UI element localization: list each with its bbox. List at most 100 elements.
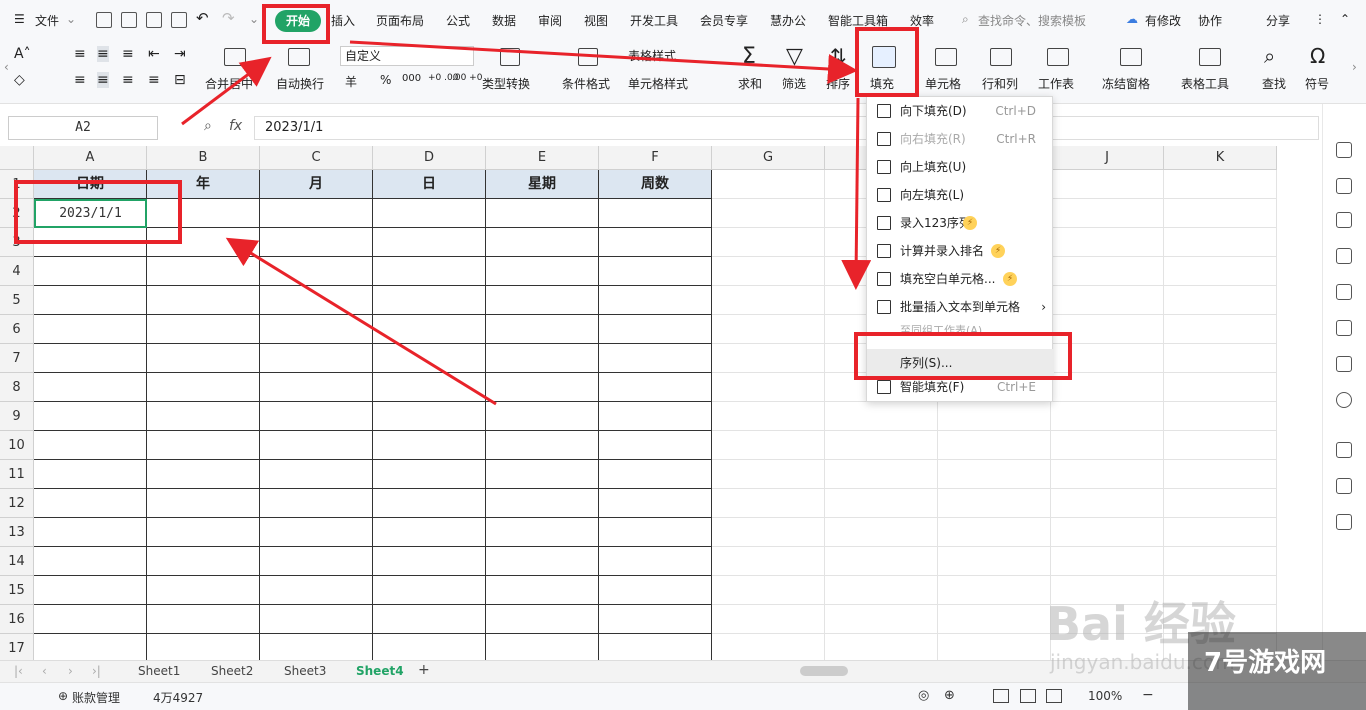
col-header-b[interactable]: B — [147, 146, 260, 170]
cell-c12[interactable] — [260, 489, 373, 518]
cell-i13[interactable] — [938, 518, 1051, 547]
cell-g5[interactable] — [712, 286, 825, 315]
cell-e17[interactable] — [486, 634, 599, 660]
cell-d11[interactable] — [373, 460, 486, 489]
cell-b3[interactable] — [147, 228, 260, 257]
cell-d5[interactable] — [373, 286, 486, 315]
fill-menu-item-10[interactable]: 智能填充(F) Ctrl+E — [867, 373, 1054, 401]
cell-d12[interactable] — [373, 489, 486, 518]
has-changes-label[interactable]: 有修改 — [1145, 12, 1181, 29]
cell-b14[interactable] — [147, 547, 260, 576]
cell-b6[interactable] — [147, 315, 260, 344]
first-sheet-icon[interactable]: |‹ — [14, 664, 23, 678]
cell-d9[interactable] — [373, 402, 486, 431]
font-size-icon[interactable]: A˄ — [14, 46, 31, 62]
cell-f17[interactable] — [599, 634, 712, 660]
cell-e2[interactable] — [486, 199, 599, 228]
cell-g6[interactable] — [712, 315, 825, 344]
cell-k8[interactable] — [1164, 373, 1277, 402]
cell-k11[interactable] — [1164, 460, 1277, 489]
cell-b10[interactable] — [147, 431, 260, 460]
cell-c1[interactable]: 月 — [260, 170, 373, 199]
cell-h17[interactable] — [825, 634, 938, 660]
justify-icon[interactable]: ≡ — [148, 72, 160, 88]
cell-f12[interactable] — [599, 489, 712, 518]
help-icon[interactable] — [1336, 392, 1352, 408]
cell-e14[interactable] — [486, 547, 599, 576]
fill-menu-item-5[interactable]: 计算并录入排名 ⚡ — [867, 237, 1054, 265]
cell-c17[interactable] — [260, 634, 373, 660]
type-convert-icon[interactable] — [500, 48, 520, 66]
tab-page-layout[interactable]: 页面布局 — [376, 12, 424, 29]
percent-button[interactable]: % — [380, 73, 391, 87]
chevron-down-icon[interactable]: ⌄ — [66, 12, 76, 26]
tab-developer[interactable]: 开发工具 — [630, 12, 678, 29]
cell-b12[interactable] — [147, 489, 260, 518]
cond-format-icon[interactable] — [578, 48, 598, 66]
row-header-14[interactable]: 14 — [0, 547, 34, 576]
cell-k14[interactable] — [1164, 547, 1277, 576]
type-convert-button[interactable]: 类型转换 — [482, 75, 530, 92]
indent-dec-icon[interactable]: ⇤ — [148, 46, 160, 62]
cell-j3[interactable] — [1051, 228, 1164, 257]
customize-icon[interactable]: ⌄ — [249, 12, 259, 26]
account-manage[interactable]: 账款管理 — [72, 689, 120, 706]
cell-j4[interactable] — [1051, 257, 1164, 286]
cell-a5[interactable] — [34, 286, 147, 315]
row-header-7[interactable]: 7 — [0, 344, 34, 373]
cell-f7[interactable] — [599, 344, 712, 373]
prev-sheet-icon[interactable]: ‹ — [42, 664, 47, 678]
align-middle-icon[interactable]: ≡ — [97, 46, 109, 62]
row-header-12[interactable]: 12 — [0, 489, 34, 518]
table-tools-icon[interactable] — [1199, 48, 1221, 66]
number-format-select[interactable]: 自定义 — [340, 46, 474, 66]
search-icon[interactable]: ⌕ — [962, 12, 969, 27]
sigma-icon[interactable] — [1336, 478, 1352, 494]
zoom-level[interactable]: 100% — [1088, 689, 1122, 703]
cell-k6[interactable] — [1164, 315, 1277, 344]
cell-a12[interactable] — [34, 489, 147, 518]
tab-review[interactable]: 审阅 — [538, 12, 562, 29]
print-icon[interactable] — [146, 12, 162, 28]
cell-g10[interactable] — [712, 431, 825, 460]
cell-j6[interactable] — [1051, 315, 1164, 344]
cell-k3[interactable] — [1164, 228, 1277, 257]
table-tools-button[interactable]: 表格工具 — [1181, 75, 1229, 92]
tab-smart-office[interactable]: 慧办公 — [770, 12, 806, 29]
row-header-11[interactable]: 11 — [0, 460, 34, 489]
align-bottom-icon[interactable]: ≡ — [122, 46, 134, 62]
cell-e6[interactable] — [486, 315, 599, 344]
row-header-13[interactable]: 13 — [0, 518, 34, 547]
row-header-2[interactable]: 2 — [0, 199, 34, 228]
cell-b1[interactable]: 年 — [147, 170, 260, 199]
col-header-a[interactable]: A — [34, 146, 147, 170]
row-header-6[interactable]: 6 — [0, 315, 34, 344]
cell-e4[interactable] — [486, 257, 599, 286]
eraser-icon[interactable]: ◇ — [14, 72, 25, 88]
row-col-icon[interactable] — [990, 48, 1012, 66]
cell-k7[interactable] — [1164, 344, 1277, 373]
cell-i16[interactable] — [938, 605, 1051, 634]
rocket-icon[interactable] — [1336, 142, 1352, 158]
cell-c4[interactable] — [260, 257, 373, 286]
sort-icon[interactable]: ⇅ — [830, 44, 847, 68]
formula-input[interactable]: 2023/1/1 — [254, 116, 1319, 140]
cell-g14[interactable] — [712, 547, 825, 576]
col-header-k[interactable]: K — [1164, 146, 1277, 170]
merge-center-button[interactable]: 合并居中 — [205, 75, 253, 92]
cell-b2[interactable] — [147, 199, 260, 228]
cell-g4[interactable] — [712, 257, 825, 286]
settings-sliders-icon[interactable] — [1336, 212, 1352, 228]
cell-h9[interactable] — [825, 402, 938, 431]
cell-j12[interactable] — [1051, 489, 1164, 518]
redo-icon[interactable]: ↷ — [222, 9, 235, 27]
cell-a8[interactable] — [34, 373, 147, 402]
cell-a17[interactable] — [34, 634, 147, 660]
cell-i15[interactable] — [938, 576, 1051, 605]
cell-g16[interactable] — [712, 605, 825, 634]
row-header-16[interactable]: 16 — [0, 605, 34, 634]
save-icon[interactable] — [96, 12, 112, 28]
col-header-c[interactable]: C — [260, 146, 373, 170]
cursor-icon[interactable] — [1336, 178, 1352, 194]
row-header-15[interactable]: 15 — [0, 576, 34, 605]
